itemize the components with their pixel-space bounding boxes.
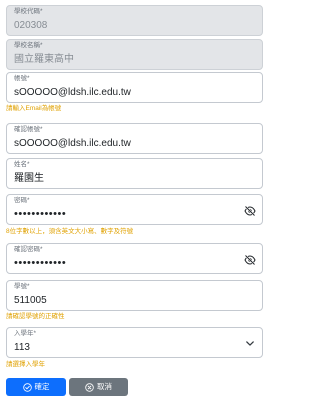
student-id-hint: 請確認學號的正確性 <box>6 313 65 320</box>
confirm-account-input[interactable]: sOOOOO@ldsh.ilc.edu.tw <box>14 138 131 150</box>
password-label: 密碼* <box>14 197 30 204</box>
name-field[interactable]: 姓名* 羅園生 <box>6 158 263 189</box>
enrollment-year-value[interactable]: 113 <box>14 342 30 354</box>
confirm-account-label: 確認帳號* <box>14 126 43 133</box>
chevron-down-icon[interactable] <box>246 341 254 346</box>
confirm-password-label: 確認密碼* <box>14 246 43 253</box>
cancel-button-label: 取消 <box>97 382 112 391</box>
eye-slash-icon[interactable] <box>244 206 256 216</box>
account-input[interactable]: sOOOOO@ldsh.ilc.edu.tw <box>14 87 131 99</box>
confirm-button-label: 確定 <box>34 382 50 391</box>
password-field[interactable]: 密碼* •••••••••••• <box>6 194 263 225</box>
name-label: 姓名* <box>14 161 30 168</box>
eye-slash-icon[interactable] <box>244 255 256 265</box>
student-id-label: 學號* <box>14 283 30 290</box>
confirm-password-input[interactable]: •••••••••••• <box>14 257 66 269</box>
school-name-label: 學校名稱* <box>14 42 43 49</box>
enrollment-year-label: 入學年* <box>14 330 37 337</box>
account-hint: 請輸入Email為帳號 <box>6 105 62 112</box>
enrollment-year-select[interactable]: 入學年* 113 <box>6 327 263 358</box>
student-id-field[interactable]: 學號* 511005 <box>6 280 263 311</box>
confirm-button[interactable]: 確定 <box>6 378 66 396</box>
school-name-field: 學校名稱* 國立羅東高中 <box>6 39 263 70</box>
x-circle-icon <box>85 382 94 392</box>
student-id-input[interactable]: 511005 <box>14 295 47 307</box>
enrollment-year-hint: 請選擇入學年 <box>6 361 45 368</box>
confirm-account-field[interactable]: 確認帳號* sOOOOO@ldsh.ilc.edu.tw <box>6 123 263 154</box>
check-circle-icon <box>22 382 32 392</box>
account-label: 帳號* <box>14 75 30 82</box>
school-name-value: 國立羅東高中 <box>14 54 74 65</box>
confirm-password-field[interactable]: 確認密碼* •••••••••••• <box>6 243 263 274</box>
password-input[interactable]: •••••••••••• <box>14 208 66 220</box>
school-code-value: 020308 <box>14 20 48 31</box>
password-hint: 8位字數以上，須含英文大小寫、數字及符號 <box>6 228 134 235</box>
cancel-button[interactable]: 取消 <box>69 378 128 396</box>
account-field[interactable]: 帳號* sOOOOO@ldsh.ilc.edu.tw <box>6 72 263 103</box>
school-code-label: 學校代碼* <box>14 8 43 15</box>
school-code-field: 學校代碼* 020308 <box>6 5 263 36</box>
name-input[interactable]: 羅園生 <box>14 173 44 185</box>
